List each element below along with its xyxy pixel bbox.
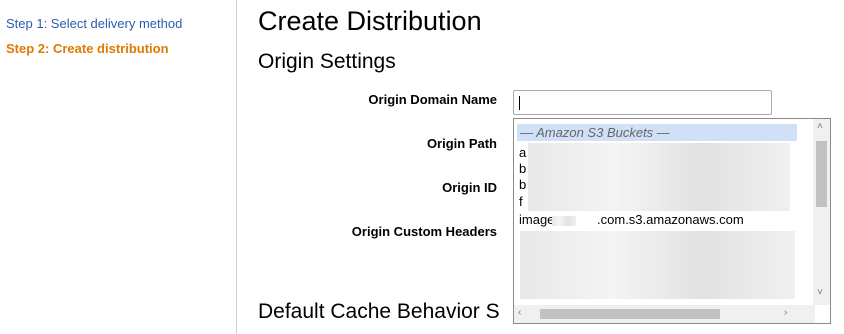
dropdown-option[interactable]: b [519,177,526,193]
origin-id-label: Origin ID [442,180,497,195]
origin-domain-name-input[interactable] [513,90,772,115]
redacted-text [552,216,576,226]
optgroup-amazon-s3-buckets: — Amazon S3 Buckets — [517,124,797,141]
redacted-text [528,143,790,211]
dropdown-option[interactable]: a [519,145,526,161]
chevron-up-icon[interactable]: ˄ [817,121,823,132]
chevron-right-icon[interactable]: › [784,307,787,318]
redacted-text [520,231,795,299]
dropdown-option[interactable]: f [519,194,523,210]
vertical-scrollbar[interactable]: ˄ ˅ [813,119,830,305]
origin-domain-name-label: Origin Domain Name [368,92,497,107]
page-title: Create Distribution [258,6,482,36]
step-1-link[interactable]: Step 1: Select delivery method [6,16,182,31]
chevron-down-icon[interactable]: ˅ [817,287,823,298]
origin-path-label: Origin Path [426,136,497,151]
main-content: Create Distribution Origin Settings Orig… [237,0,844,334]
origin-custom-headers-label: Origin Custom Headers [351,224,497,239]
text-caret [519,96,520,110]
vertical-scroll-thumb[interactable] [816,141,827,207]
section-title-default-cache-behavior: Default Cache Behavior S [258,300,500,323]
horizontal-scroll-thumb[interactable] [540,309,720,319]
step-2-current: Step 2: Create distribution [6,41,169,56]
origin-domain-suggestions-dropdown[interactable]: — Amazon S3 Buckets — a b b f image. .co… [513,118,831,324]
section-title-origin-settings: Origin Settings [258,50,396,73]
dropdown-option[interactable]: b [519,161,526,177]
chevron-left-icon[interactable]: ‹ [518,307,521,318]
horizontal-scrollbar[interactable]: ‹ › [514,305,815,323]
wizard-sidebar: Step 1: Select delivery method Step 2: C… [0,0,237,334]
